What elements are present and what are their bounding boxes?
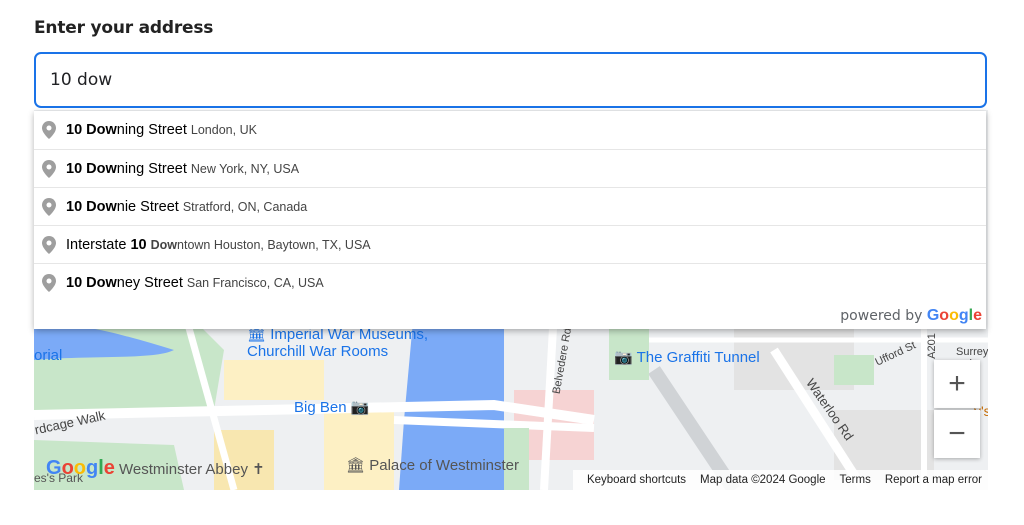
poi-big-ben[interactable]: Big Ben 📷 xyxy=(294,398,369,416)
map-data-text: Map data ©2024 Google xyxy=(700,474,826,486)
location-pin-icon xyxy=(42,197,56,216)
map-attribution: Keyboard shortcuts Map data ©2024 Google… xyxy=(572,470,988,490)
zoom-in-button[interactable]: + xyxy=(934,360,980,408)
location-pin-icon xyxy=(42,273,56,292)
landmark-pin-icon: 🏛 xyxy=(346,457,366,474)
church-pin-icon: ✝ xyxy=(252,461,265,478)
autocomplete-dropdown: 10 Downing Street London, UK 10 Downing … xyxy=(34,111,986,329)
suggestion-item[interactable]: 10 Downie Street Stratford, ON, Canada xyxy=(34,187,986,225)
keyboard-shortcuts-link[interactable]: Keyboard shortcuts xyxy=(587,474,686,486)
suggestion-item[interactable]: 10 Downey Street San Francisco, CA, USA xyxy=(34,263,986,301)
road-a201: A201 xyxy=(925,333,938,359)
address-input[interactable] xyxy=(36,54,936,106)
address-label: Enter your address xyxy=(34,18,214,38)
zoom-out-button[interactable]: − xyxy=(934,410,980,458)
report-error-link[interactable]: Report a map error xyxy=(885,474,982,486)
road-surrey: Surrey xyxy=(956,346,988,358)
poi-churchill-war-rooms: Churchill War Rooms xyxy=(247,343,389,360)
address-input-wrapper[interactable] xyxy=(34,52,987,108)
google-map-logo: Google xyxy=(46,457,115,479)
location-pin-icon xyxy=(42,235,56,254)
suggestion-item[interactable]: 10 Downing Street London, UK xyxy=(34,111,986,149)
location-pin-icon xyxy=(42,121,56,139)
suggestion-item[interactable]: Interstate 10 Downtown Houston, Baytown,… xyxy=(34,225,986,263)
poi-westminster-abbey[interactable]: Westminster Abbey ✝ xyxy=(119,460,265,478)
poi-partial-memorial: orial xyxy=(34,347,63,364)
camera-pin-icon: 📷 xyxy=(350,399,370,416)
google-logo: Google xyxy=(926,307,982,324)
suggestion-item[interactable]: 10 Downing Street New York, NY, USA xyxy=(34,149,986,187)
location-pin-icon xyxy=(42,159,56,178)
camera-pin-icon: 📷 xyxy=(614,349,633,366)
poi-palace-westminster[interactable]: 🏛 Palace of Westminster xyxy=(346,456,519,474)
terms-link[interactable]: Terms xyxy=(840,474,871,486)
poi-graffiti-tunnel[interactable]: 📷 The Graffiti Tunnel xyxy=(614,348,760,366)
powered-by-google: powered by Google xyxy=(840,307,982,324)
